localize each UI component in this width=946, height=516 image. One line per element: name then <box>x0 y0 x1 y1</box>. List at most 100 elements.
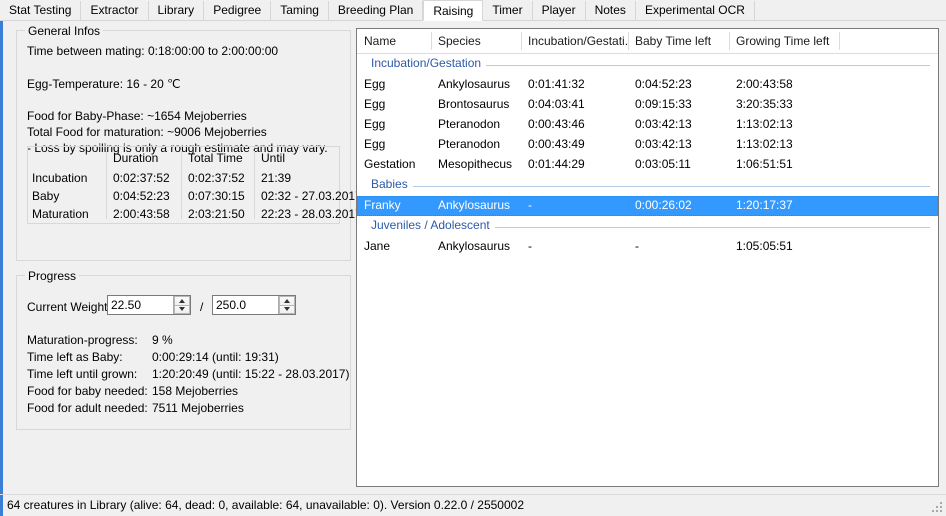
max-weight-decrement-button[interactable] <box>279 304 295 314</box>
cell-species: Pteranodon <box>438 117 501 131</box>
cell-name: Egg <box>364 137 386 151</box>
group-header-label: Juveniles / Adolescent <box>371 218 495 232</box>
list-column-header[interactable]: Name <box>357 29 431 53</box>
progress-stat-label: Food for baby needed: <box>27 384 148 398</box>
cell-growing: 2:00:43:58 <box>736 77 793 91</box>
status-bar-text: 64 creatures in Library (alive: 64, dead… <box>7 498 525 512</box>
max-weight-spin-buttons[interactable] <box>278 296 295 314</box>
list-column-header[interactable]: Growing Time left <box>729 29 839 53</box>
tab-timer[interactable]: Timer <box>483 1 533 21</box>
cell-species: Pteranodon <box>438 137 501 151</box>
column-divider[interactable] <box>431 32 432 50</box>
egg-temperature-text: Egg-Temperature: 16 - 20 ℃ <box>27 77 181 91</box>
stage-table-cell: Incubation <box>32 171 88 185</box>
list-column-header[interactable]: Species <box>431 29 521 53</box>
list-group-header: Incubation/Gestation <box>357 54 938 75</box>
table-row[interactable]: Egg Pteranodon 0:00:43:46 0:03:42:13 1:13:02… <box>357 115 938 135</box>
cell-name: Jane <box>364 239 391 253</box>
table-row[interactable]: Egg Ankylosaurus 0:01:41:32 0:04:52:23 2:00:… <box>357 75 938 95</box>
cell-growing: 1:20:17:37 <box>736 198 793 212</box>
column-divider[interactable] <box>729 32 730 50</box>
cell-growing: 1:13:02:13 <box>736 137 793 151</box>
progress-stat-label: Time left as Baby: <box>27 350 123 364</box>
tab-library[interactable]: Library <box>148 1 205 21</box>
column-divider[interactable] <box>628 32 629 50</box>
column-divider[interactable] <box>521 32 522 50</box>
progress-stat-label: Maturation-progress: <box>27 333 138 347</box>
caret-up-icon <box>284 298 290 303</box>
progress-title: Progress <box>25 269 80 283</box>
cell-growing: 1:05:05:51 <box>736 239 793 253</box>
cell-growing: 3:20:35:33 <box>736 97 793 111</box>
list-column-header[interactable] <box>839 29 938 53</box>
table-row[interactable]: Franky Ankylosaurus - 0:00:26:02 1:20:17:37 <box>357 196 938 216</box>
cell-name: Egg <box>364 97 386 111</box>
current-weight-stepper[interactable] <box>107 295 191 315</box>
cell-growing: 1:06:51:51 <box>736 157 793 171</box>
progress-stat-value: 1:20:20:49 (until: 15:22 - 28.03.2017) <box>152 367 350 381</box>
cell-baby: 0:04:52:23 <box>635 77 692 91</box>
table-row[interactable]: Jane Ankylosaurus - - 1:05:05:51 <box>357 237 938 257</box>
caret-down-icon <box>284 307 290 312</box>
tab-pedigree[interactable]: Pedigree <box>204 1 272 21</box>
tab-player[interactable]: Player <box>532 1 586 21</box>
column-divider[interactable] <box>839 32 840 50</box>
stage-table-divider <box>106 151 107 219</box>
tab-taming[interactable]: Taming <box>271 1 329 21</box>
tab-experimental-ocr[interactable]: Experimental OCR <box>635 1 755 21</box>
progress-stat-label: Food for adult needed: <box>27 401 148 415</box>
cell-incubation: 0:00:43:46 <box>528 117 585 131</box>
tab-stat-testing[interactable]: Stat Testing <box>0 1 82 21</box>
application-window: Stat Testing Extractor Library Pedigree Tami… <box>0 0 946 516</box>
stage-table-header: Duration <box>113 151 159 165</box>
accent-bar-left <box>0 21 3 494</box>
progress-stat-value: 9 % <box>152 333 173 347</box>
tab-breeding-plan[interactable]: Breeding Plan <box>328 1 424 21</box>
tab-raising[interactable]: Raising <box>423 0 484 21</box>
cell-incubation: 0:00:43:49 <box>528 137 585 151</box>
list-body: Incubation/Gestation Egg Ankylosaurus 0:01:… <box>357 54 938 257</box>
group-header-label: Incubation/Gestation <box>371 56 487 70</box>
cell-name: Egg <box>364 117 386 131</box>
max-weight-stepper[interactable] <box>212 295 296 315</box>
cell-species: Ankylosaurus <box>438 77 511 91</box>
list-group-header: Babies <box>357 175 938 196</box>
weight-separator: / <box>200 300 204 314</box>
cell-baby: 0:09:15:33 <box>635 97 692 111</box>
general-infos-group: General Infos Time between mating: 0:18:… <box>16 24 362 261</box>
general-infos-title: General Infos <box>25 24 104 38</box>
stage-table-cell: 0:07:30:15 <box>188 189 245 203</box>
list-column-header[interactable]: Baby Time left <box>628 29 729 53</box>
table-row[interactable]: Egg Brontosaurus 0:04:03:41 0:09:15:33 3:20:… <box>357 95 938 115</box>
cell-name: Franky <box>364 198 401 212</box>
current-weight-increment-button[interactable] <box>174 296 190 305</box>
group-header-label: Babies <box>371 177 413 191</box>
table-row[interactable]: Egg Pteranodon 0:00:43:49 0:03:42:13 1:13:02… <box>357 135 938 155</box>
caret-down-icon <box>179 307 185 312</box>
stage-table-cell: Baby <box>32 189 60 203</box>
current-weight-spin-buttons[interactable] <box>173 296 190 314</box>
tab-extractor[interactable]: Extractor <box>81 1 149 21</box>
cell-species: Mesopithecus <box>438 157 513 171</box>
tab-notes[interactable]: Notes <box>585 1 636 21</box>
max-weight-increment-button[interactable] <box>279 296 295 305</box>
stage-table-cell: 21:39 <box>261 171 292 185</box>
current-weight-decrement-button[interactable] <box>174 304 190 314</box>
list-column-header[interactable]: Incubation/Gestati... <box>521 29 628 53</box>
current-weight-input[interactable] <box>108 296 173 314</box>
cell-baby: 0:00:26:02 <box>635 198 692 212</box>
table-row[interactable]: Gestation Mesopithecus 0:01:44:29 0:03:05:1… <box>357 155 938 175</box>
raising-list-view[interactable]: Name Species Incubation/Gestati... Baby Tim… <box>356 28 939 487</box>
resize-grip-icon[interactable] <box>930 500 944 514</box>
cell-species: Brontosaurus <box>438 97 510 111</box>
progress-stat-label: Time left until grown: <box>27 367 138 381</box>
cell-incubation: 0:01:44:29 <box>528 157 585 171</box>
cell-baby: 0:03:05:11 <box>635 157 691 171</box>
stage-table-cell: Maturation <box>32 207 89 221</box>
cell-incubation: - <box>528 239 532 253</box>
cell-baby: 0:03:42:13 <box>635 117 692 131</box>
progress-stat-value: 0:00:29:14 (until: 19:31) <box>152 350 279 364</box>
tab-content-raising: General Infos Time between mating: 0:18:… <box>0 21 946 494</box>
stage-table-cell: 0:04:52:23 <box>113 189 170 203</box>
max-weight-input[interactable] <box>213 296 278 314</box>
